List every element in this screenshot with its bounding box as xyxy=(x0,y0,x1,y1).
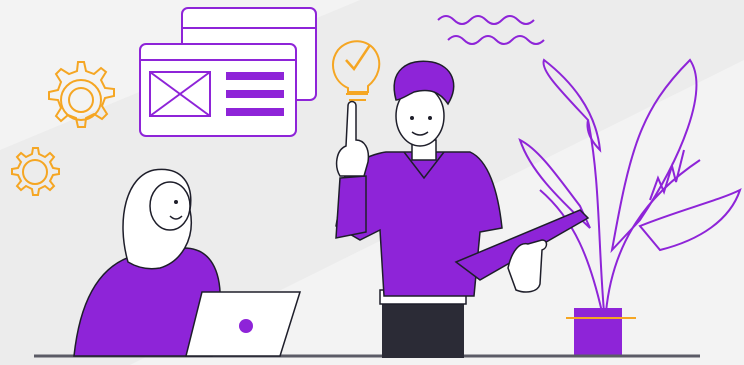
plant-pot xyxy=(574,308,622,356)
illustration-stage xyxy=(0,0,744,365)
woman-face xyxy=(149,181,191,231)
team-idea-illustration xyxy=(0,0,744,365)
wireframe-window-icon xyxy=(139,7,317,137)
woman-eye xyxy=(174,200,178,204)
man-eye-right xyxy=(428,116,432,120)
laptop-logo xyxy=(239,319,253,333)
man-eye-left xyxy=(410,116,414,120)
man-raised-arm xyxy=(335,175,367,239)
